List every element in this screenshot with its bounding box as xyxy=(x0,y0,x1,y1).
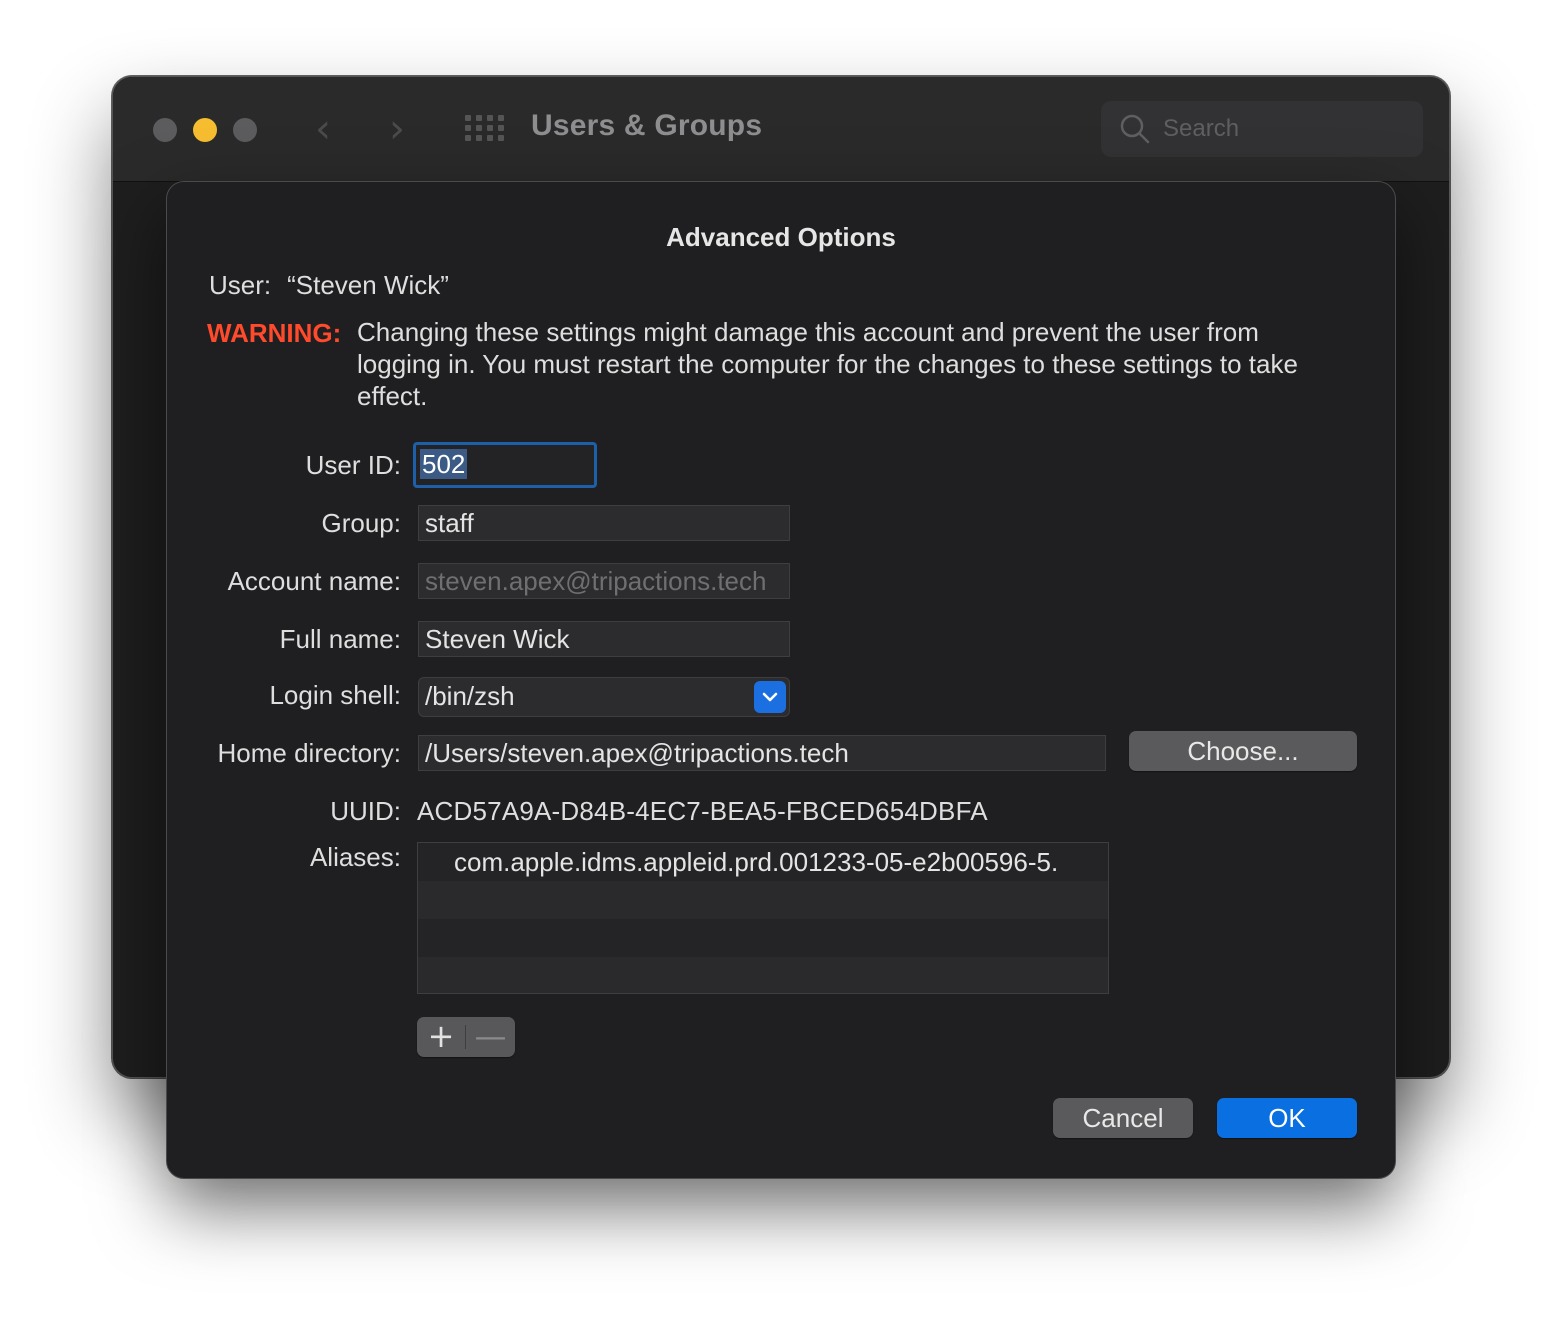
warning-text: Changing these settings might damage thi… xyxy=(357,317,1298,411)
full-name-label: Full name: xyxy=(279,624,401,654)
choose-button[interactable]: Choose... xyxy=(1129,731,1357,771)
search-icon xyxy=(1120,114,1150,144)
add-alias-button[interactable]: + xyxy=(417,1017,465,1057)
minimize-window-button[interactable] xyxy=(193,118,217,142)
aliases-label: Aliases: xyxy=(309,842,401,872)
login-shell-value: /bin/zsh xyxy=(425,681,515,711)
full-name-field[interactable]: Steven Wick xyxy=(418,621,790,657)
back-arrow-icon[interactable]: ‹ xyxy=(315,107,331,151)
show-all-grid-icon[interactable] xyxy=(465,115,504,143)
search-placeholder: Search xyxy=(1163,115,1240,142)
group-field[interactable]: staff xyxy=(418,505,790,541)
zoom-window-button[interactable] xyxy=(233,118,257,142)
uuid-label: UUID: xyxy=(330,796,401,826)
account-name-label: Account name: xyxy=(227,566,401,596)
user-id-field[interactable]: 502 xyxy=(413,442,597,488)
home-directory-field[interactable]: /Users/steven.apex@tripactions.tech xyxy=(418,735,1106,771)
alias-row-empty xyxy=(418,919,1108,957)
add-remove-alias-control: + — xyxy=(417,1017,515,1057)
user-line: User: “Steven Wick” xyxy=(209,270,449,301)
group-label: Group: xyxy=(321,508,402,538)
close-window-button[interactable] xyxy=(153,118,177,142)
forward-arrow-icon[interactable]: › xyxy=(389,107,405,151)
ok-button[interactable]: OK xyxy=(1217,1098,1357,1138)
aliases-list[interactable]: com.apple.idms.appleid.prd.001233-05-e2b… xyxy=(417,842,1109,994)
user-id-label: User ID: xyxy=(305,450,401,480)
uuid-value: ACD57A9A-D84B-4EC7-BEA5-FBCED654DBFA xyxy=(417,796,988,826)
dialog-title: Advanced Options xyxy=(666,222,896,252)
login-shell-label: Login shell: xyxy=(269,680,401,710)
window-toolbar: ‹ › Users & Groups Search xyxy=(113,77,1449,182)
user-id-value: 502 xyxy=(420,449,468,479)
home-directory-label: Home directory: xyxy=(217,738,402,768)
account-name-field: steven.apex@tripactions.tech xyxy=(418,563,790,599)
alias-row[interactable]: com.apple.idms.appleid.prd.001233-05-e2b… xyxy=(418,843,1108,881)
login-shell-popup[interactable]: /bin/zsh xyxy=(418,677,790,717)
user-label: User: xyxy=(209,270,272,300)
user-value: “Steven Wick” xyxy=(287,270,449,300)
cancel-button[interactable]: Cancel xyxy=(1053,1098,1193,1138)
remove-alias-button[interactable]: — xyxy=(466,1017,515,1057)
advanced-options-sheet: Advanced Options User: “Steven Wick” WARN… xyxy=(166,181,1396,1179)
search-field[interactable]: Search xyxy=(1101,101,1423,157)
window-title: Users & Groups xyxy=(531,109,763,142)
alias-row-empty xyxy=(418,881,1108,919)
alias-row-empty xyxy=(418,957,1108,993)
chevron-down-icon[interactable] xyxy=(754,681,786,713)
warning-label: WARNING: xyxy=(207,318,342,348)
